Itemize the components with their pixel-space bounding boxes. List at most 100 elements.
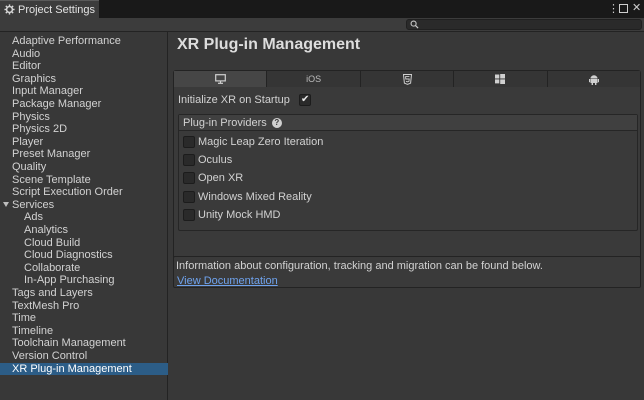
android-icon bbox=[588, 74, 599, 85]
sidebar-item-label: Ads bbox=[24, 211, 43, 224]
sidebar-item[interactable]: Quality bbox=[0, 161, 168, 174]
sidebar-item-label: Input Manager bbox=[12, 85, 83, 98]
sidebar-item[interactable]: Physics 2D bbox=[0, 123, 168, 136]
sidebar-item[interactable]: Collaborate bbox=[0, 262, 168, 275]
provider-row: Unity Mock HMD bbox=[183, 208, 281, 222]
provider-row: Windows Mixed Reality bbox=[183, 190, 312, 204]
sidebar-item-label: Editor bbox=[12, 60, 41, 73]
platform-tabs: iOS bbox=[174, 71, 641, 87]
provider-checkbox[interactable] bbox=[183, 172, 195, 185]
sidebar-item[interactable]: Analytics bbox=[0, 224, 168, 237]
provider-checkbox[interactable] bbox=[183, 154, 195, 167]
toolbar bbox=[0, 18, 644, 32]
provider-checkbox[interactable] bbox=[183, 136, 195, 148]
sidebar-item[interactable]: Cloud Build bbox=[0, 237, 168, 250]
platform-settings-box: iOS Initialize XR on Startup ✔ Plug-in P… bbox=[173, 70, 641, 278]
help-icon[interactable]: ? bbox=[271, 117, 282, 128]
sidebar-item-label: Physics bbox=[12, 110, 50, 123]
provider-checkbox[interactable] bbox=[183, 208, 195, 221]
sidebar-item-label: Toolchain Management bbox=[12, 337, 126, 350]
sidebar-item-label: Version Control bbox=[12, 350, 88, 362]
provider-label: Magic Leap Zero Iteration bbox=[198, 136, 324, 148]
sidebar-item-label: XR Plug-in Management bbox=[12, 362, 132, 375]
sidebar-item-label: Physics 2D bbox=[12, 123, 68, 136]
sidebar-item-label: Analytics bbox=[24, 224, 69, 236]
sidebar-item[interactable]: Toolchain Management bbox=[0, 337, 168, 350]
sidebar-item[interactable]: Timeline bbox=[0, 325, 168, 338]
sidebar-item[interactable]: Script Execution Order bbox=[0, 186, 168, 199]
sidebar-item[interactable]: Ads bbox=[0, 211, 168, 224]
provider-row: Magic Leap Zero Iteration bbox=[183, 135, 323, 149]
sidebar-item-label: Package Manager bbox=[12, 98, 102, 110]
foldout-arrow-icon[interactable] bbox=[3, 201, 9, 207]
init-xr-label: Initialize XR on Startup bbox=[178, 94, 290, 106]
sidebar-item[interactable]: Graphics bbox=[0, 73, 168, 86]
settings-sidebar: Adaptive Performance Audio Editor Graphics I… bbox=[0, 32, 168, 400]
sidebar-item[interactable]: Cloud Diagnostics bbox=[0, 249, 168, 262]
sidebar-item[interactable]: Editor bbox=[0, 60, 168, 73]
sidebar-item-label: TextMesh Pro bbox=[12, 299, 80, 312]
plugin-providers-header: Plug-in Providers ? bbox=[179, 115, 637, 131]
sidebar-item-label: Audio bbox=[12, 47, 41, 60]
project-settings-tab[interactable]: Project Settings bbox=[0, 0, 99, 18]
sidebar-item-label: Scene Template bbox=[12, 173, 91, 186]
view-documentation-link[interactable]: View Documentation bbox=[177, 275, 278, 287]
windows-icon bbox=[495, 74, 506, 84]
sidebar-item[interactable]: Player bbox=[0, 136, 168, 149]
sidebar-item-label: Timeline bbox=[12, 324, 54, 337]
sidebar-item[interactable]: Tags and Layers bbox=[0, 287, 168, 300]
sidebar-item[interactable]: Physics bbox=[0, 111, 168, 124]
sidebar-item-label: Cloud Build bbox=[24, 236, 81, 249]
sidebar-item-label: Tags and Layers bbox=[12, 287, 93, 299]
kebab-menu-icon[interactable]: ⋮ bbox=[608, 2, 619, 15]
sidebar-item[interactable]: In-App Purchasing bbox=[0, 274, 168, 287]
maximize-icon[interactable] bbox=[619, 4, 628, 13]
sidebar-item[interactable]: Package Manager bbox=[0, 98, 168, 111]
tab-title: Project Settings bbox=[18, 3, 96, 16]
sidebar-item-label: Adaptive Performance bbox=[12, 35, 121, 47]
sidebar-item[interactable]: Services bbox=[0, 199, 168, 212]
tab-ios[interactable]: iOS bbox=[267, 71, 361, 87]
html5-icon bbox=[402, 73, 412, 85]
sidebar-item[interactable]: XR Plug-in Management bbox=[0, 362, 168, 376]
provider-checkbox[interactable] bbox=[183, 190, 195, 203]
sidebar-item[interactable]: Version Control bbox=[0, 350, 168, 363]
provider-row: Open XR bbox=[183, 171, 243, 185]
info-box: Information about configuration, trackin… bbox=[173, 256, 641, 288]
tab-webgl[interactable] bbox=[360, 71, 455, 87]
sidebar-item[interactable]: Preset Manager bbox=[0, 148, 168, 161]
provider-label: Open XR bbox=[198, 172, 244, 185]
tab-standalone[interactable] bbox=[174, 71, 268, 87]
monitor-icon bbox=[214, 74, 226, 84]
checkmark-icon: ✔ bbox=[301, 94, 310, 105]
sidebar-item-label: Graphics bbox=[12, 72, 57, 85]
provider-row: Oculus bbox=[183, 153, 232, 167]
main-panel: XR Plug-in Management iOS Initialize XR … bbox=[169, 32, 644, 400]
sidebar-item[interactable]: TextMesh Pro bbox=[0, 300, 168, 313]
sidebar-item-label: Collaborate bbox=[24, 261, 81, 274]
page-title: XR Plug-in Management bbox=[177, 36, 361, 53]
tab-ios-label: iOS bbox=[306, 74, 322, 84]
sidebar-item[interactable]: Input Manager bbox=[0, 85, 168, 98]
sidebar-item-label: Quality bbox=[12, 161, 47, 173]
sidebar-item-label: Preset Manager bbox=[12, 148, 91, 161]
sidebar-item-label: Script Execution Order bbox=[12, 186, 123, 199]
sidebar-item[interactable]: Audio bbox=[0, 48, 168, 61]
sidebar-item-label: Services bbox=[12, 198, 55, 211]
sidebar-item[interactable]: Time bbox=[0, 312, 168, 325]
sidebar-item-label: Cloud Diagnostics bbox=[24, 249, 113, 262]
sidebar-item-label: Player bbox=[12, 135, 44, 148]
sidebar-item[interactable]: Scene Template bbox=[0, 174, 168, 187]
tab-uwp[interactable] bbox=[454, 71, 548, 87]
plugin-providers-box: Plug-in Providers ? Magic Leap Zero Iter… bbox=[178, 114, 638, 231]
provider-label: Unity Mock HMD bbox=[198, 208, 281, 221]
init-xr-checkbox[interactable]: ✔ bbox=[299, 94, 311, 106]
plugin-providers-title: Plug-in Providers bbox=[183, 116, 267, 129]
provider-label: Windows Mixed Reality bbox=[198, 190, 312, 203]
tab-android[interactable] bbox=[547, 71, 641, 87]
gear-icon bbox=[4, 4, 15, 15]
search-field[interactable] bbox=[406, 19, 642, 30]
title-bar: Project Settings ⋮ ✕ bbox=[0, 0, 644, 18]
sidebar-item[interactable]: Adaptive Performance bbox=[0, 35, 168, 48]
close-icon[interactable]: ✕ bbox=[632, 1, 641, 14]
